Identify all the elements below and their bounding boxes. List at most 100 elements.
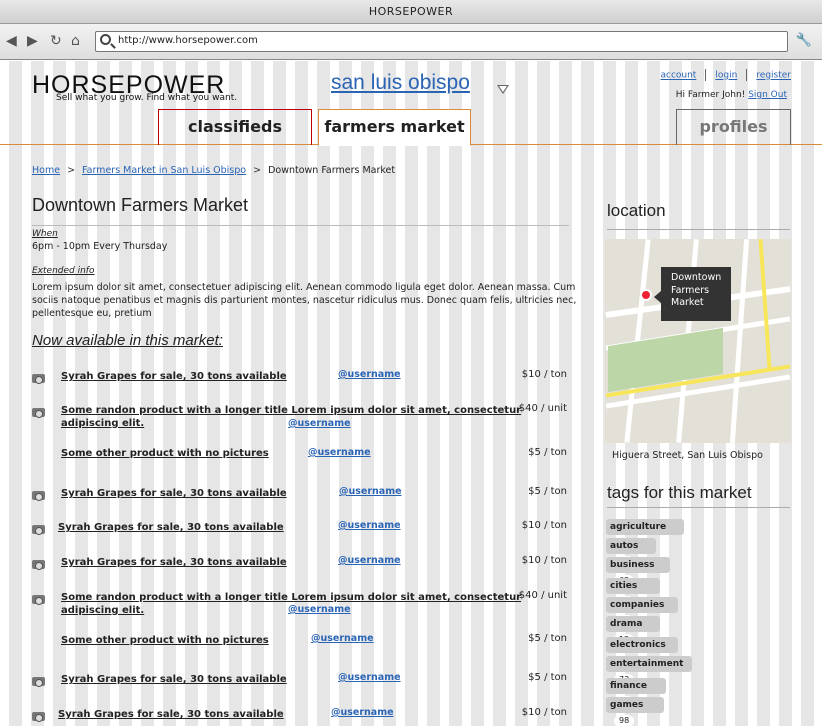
listing-user[interactable]: @username [311,633,374,644]
when-label: When [32,229,58,239]
info-line-2: sociis natoque penatibus et magnis dis p… [32,295,577,306]
tag-name: finance [610,681,647,691]
listing-user[interactable]: @username [331,707,394,718]
breadcrumb: Home > Farmers Market in San Luis Obispo > D… [32,165,395,176]
listing-user[interactable]: @username [338,555,401,566]
map-tooltip-line: Downtown [671,272,722,283]
tag-item[interactable]: drama12 [606,616,660,646]
map-park [608,327,723,393]
sign-out-link[interactable]: Sign Out [748,90,787,100]
tag-item[interactable]: finance16 [606,678,666,708]
tag-item[interactable]: autos81 [606,538,656,568]
map-highway [758,239,772,369]
camera-icon [32,677,45,687]
home-icon[interactable]: ⌂ [71,33,80,49]
listing-user[interactable]: @username [288,418,351,429]
available-heading: Now available in this market: [32,332,223,349]
listing-price: $5 / ton [528,447,567,458]
reload-icon[interactable]: ↻ [50,33,62,49]
listing-price: $10 / ton [521,369,567,380]
breadcrumb-current: Downtown Farmers Market [268,165,396,176]
search-icon [100,34,111,45]
map-road [729,239,750,443]
listing-title[interactable]: Some other product with no pictures [61,447,269,460]
location-heading: location [607,201,666,220]
listing-price: $5 / ton [528,633,567,644]
site-tagline: Sell what you grow. Find what you want. [56,93,238,103]
listing-title[interactable]: Syrah Grapes for sale, 30 tons available [61,370,287,383]
tag-item[interactable]: cities21 [606,578,660,608]
tag-item[interactable]: games 98 [606,697,664,726]
info-line-3: pellentesque eu, pretium [32,308,152,319]
listing-user[interactable]: @username [338,369,401,380]
tab-classifieds[interactable]: classifieds [158,109,312,145]
tag-item[interactable]: business62 [606,557,670,587]
location-address: Higuera Street, San Luis Obispo [612,450,763,461]
wrench-icon[interactable]: 🔧 [796,33,812,48]
listing-title[interactable]: Syrah Grapes for sale, 30 tons available [58,708,284,721]
browser-toolbar: ◀ ▶ ↻ ⌂ http://www.horsepower.com 🔧 [0,24,822,60]
tag-item[interactable]: electronics9 [606,637,678,667]
login-link[interactable]: login [715,71,737,81]
listing-price: $40 / unit [518,403,567,414]
map-tooltip: Downtown Farmers Market [654,267,731,321]
register-link[interactable]: register [756,71,791,81]
camera-icon [32,374,45,384]
tag-item[interactable]: agriculture7 [606,519,684,549]
listing-user[interactable]: @username [308,447,371,458]
camera-icon [32,595,45,605]
tag-item[interactable]: entertainment73 [606,656,692,686]
map-pin-icon[interactable] [640,289,652,301]
listing-title[interactable]: Some randon product with a longer title … [61,404,521,417]
info-label: Extended info [32,266,95,276]
camera-icon [32,491,45,501]
user-greeting: Hi Farmer John! Sign Out [676,90,787,100]
tag-name: games [610,700,644,710]
camera-icon [32,525,45,535]
listing-title[interactable]: Some randon product with a longer title … [61,591,521,604]
listing-user[interactable]: @username [288,604,351,615]
account-links: account login register [660,69,791,81]
listing-user[interactable]: @username [338,520,401,531]
listing-price: $10 / ton [521,520,567,531]
listing-title[interactable]: Some other product with no pictures [61,634,269,647]
breadcrumb-separator: > [253,165,262,176]
map-tooltip-line: Market [671,297,704,308]
tags-rule [607,507,790,508]
location-rule [607,229,790,230]
tag-item[interactable]: companies34 [606,597,678,627]
listing-title[interactable]: Syrah Grapes for sale, 30 tons available [61,487,287,500]
tag-name: cities [610,581,638,591]
tab-farmers-market[interactable]: farmers market [318,109,471,146]
listing-user[interactable]: @username [339,486,402,497]
info-line-1: Lorem ipsum dolor sit amet, consectetuer… [32,282,576,293]
divider [705,69,707,81]
address-bar[interactable]: http://www.horsepower.com [95,31,788,52]
listing-title-cont[interactable]: adipiscing elit. [61,604,144,617]
forward-arrow-icon[interactable]: ▶ [27,33,38,49]
triangle-down-icon[interactable] [497,85,509,94]
location-map[interactable]: Downtown Farmers Market [605,239,791,443]
account-link[interactable]: account [660,71,696,81]
breadcrumb-parent[interactable]: Farmers Market in San Luis Obispo [82,165,246,176]
camera-icon [32,408,45,418]
tab-profiles[interactable]: profiles [676,109,791,145]
camera-icon [32,560,45,570]
listing-user[interactable]: @username [338,672,401,683]
listing-price: $10 / ton [521,707,567,718]
listing-title[interactable]: Syrah Grapes for sale, 30 tons available [61,556,287,569]
map-tooltip-line: Farmers [671,284,710,296]
tag-count: 98 [614,715,635,726]
back-arrow-icon[interactable]: ◀ [6,33,17,49]
breadcrumb-separator: > [67,165,76,176]
breadcrumb-home[interactable]: Home [32,165,60,176]
listing-title[interactable]: Syrah Grapes for sale, 30 tons available [58,521,284,534]
city-selector[interactable]: san luis obispo [331,71,470,95]
tag-name: companies [610,600,665,610]
tag-name: entertainment [610,659,684,669]
page-title: Downtown Farmers Market [32,195,249,215]
listing-title-cont[interactable]: adipiscing elit. [61,417,144,430]
url-text[interactable]: http://www.horsepower.com [118,35,258,46]
tag-name: business [610,560,655,570]
listing-title[interactable]: Syrah Grapes for sale, 30 tons available [61,673,287,686]
